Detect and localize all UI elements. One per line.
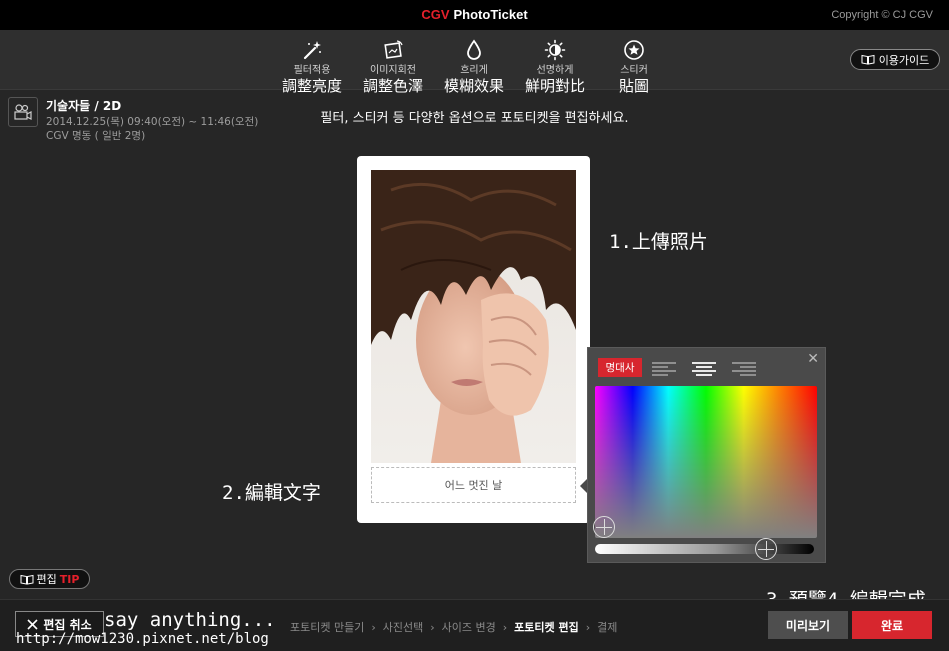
edit-tip-label: 편집 (36, 573, 57, 586)
font-style-button[interactable]: 명대사 (598, 358, 642, 377)
sun-contrast-icon (544, 39, 566, 61)
book-icon (861, 54, 875, 65)
color-picker-panel: ✕ 명대사 (587, 347, 826, 563)
picker-close-icon[interactable]: ✕ (807, 351, 819, 367)
brightness-thumb-icon[interactable] (754, 538, 777, 560)
step-item[interactable]: 포토티켓 만들기 (290, 621, 364, 634)
chevron-right-icon: › (585, 621, 591, 634)
chevron-right-icon: › (430, 621, 435, 634)
chevron-right-icon: › (371, 621, 376, 634)
align-center-icon[interactable] (691, 360, 717, 376)
copyright-text: Copyright © CJ CGV (831, 9, 933, 21)
star-sticker-icon (624, 40, 644, 60)
movie-camera-icon (8, 97, 38, 127)
watermark-caption: say anything... (104, 609, 276, 631)
tool-blur-label-ko: 흐리게 (460, 65, 488, 76)
step-item[interactable]: 사진선택 (383, 621, 423, 634)
brand-phototicket: PhotoTicket (453, 7, 528, 22)
tool-rotate[interactable]: 이미지회전 調整色澤 (353, 39, 433, 95)
brightness-slider[interactable] (595, 544, 814, 554)
step-item[interactable]: 사이즈 변경 (442, 621, 496, 634)
rotate-image-icon (384, 40, 403, 59)
step-item-current[interactable]: 포토티켓 편집 (514, 621, 579, 634)
align-right-icon[interactable] (731, 360, 757, 376)
photo-ticket-card: 어느 멋진 날 (357, 156, 590, 523)
edit-tip-button[interactable]: 편집 TIP (9, 569, 90, 589)
chevron-right-icon: › (502, 621, 508, 634)
color-crosshair-icon[interactable] (593, 516, 615, 538)
tool-filter[interactable]: 필터적용 調整亮度 (272, 39, 352, 95)
movie-datetime: 2014.12.25(목) 09:40(오전) ~ 11:46(오전) (46, 116, 259, 128)
tool-sharpen-label-zh: 鮮明對比 (524, 77, 585, 95)
magic-wand-icon (303, 41, 321, 60)
tool-rotate-label-zh: 調整色澤 (362, 77, 423, 95)
tool-sticker-label-ko: 스티커 (620, 65, 648, 76)
ticket-photo[interactable] (371, 170, 576, 463)
top-bar: CGV PhotoTicket Copyright © CJ CGV (0, 0, 949, 30)
book-icon (20, 574, 34, 585)
tool-blur-label-zh: 模糊效果 (443, 77, 504, 95)
brand-cgv: CGV (421, 7, 450, 22)
tool-sharpen[interactable]: 선명하게 鮮明對比 (515, 39, 595, 95)
tool-sharpen-label-ko: 선명하게 (536, 65, 574, 76)
tool-sticker-label-zh: 貼圖 (618, 77, 649, 95)
color-spectrum[interactable] (595, 386, 817, 538)
cancel-edit-label: 편집 취소 (43, 617, 92, 632)
annotation-edit-text: 2.編輯文字 (222, 482, 321, 504)
ticket-text-field[interactable]: 어느 멋진 날 (371, 467, 576, 503)
tool-blur[interactable]: 흐리게 模糊效果 (434, 39, 514, 95)
tool-rotate-label-ko: 이미지회전 (370, 65, 416, 76)
done-button[interactable]: 완료 (852, 611, 932, 639)
align-left-icon[interactable] (651, 360, 677, 376)
usage-guide-label: 이용가이드 (878, 53, 930, 67)
usage-guide-button[interactable]: 이용가이드 (850, 49, 940, 70)
step-item[interactable]: 결제 (597, 621, 617, 634)
step-breadcrumb: 포토티켓 만들기 › 사진선택 › 사이즈 변경 › 포토티켓 편집 › 결제 (290, 619, 617, 635)
close-icon (27, 618, 38, 630)
brand-logo: CGV PhotoTicket (0, 7, 949, 22)
edit-toolbar: 필터적용 調整亮度 이미지회전 調整色澤 흐리게 模糊效果 선명하게 鮮明對比 … (0, 30, 949, 95)
droplet-icon (467, 39, 481, 60)
tool-sticker[interactable]: 스티커 貼圖 (594, 39, 674, 95)
preview-button[interactable]: 미리보기 (768, 611, 848, 639)
movie-place: CGV 명동 ( 일반 2명) (46, 130, 146, 142)
movie-title: 기술자들 / 2D (46, 99, 122, 113)
watermark-url: http://mow1230.pixnet.net/blog (16, 631, 269, 647)
tool-filter-label-ko: 필터적용 (293, 65, 331, 76)
annotation-upload: 1.上傳照片 (609, 231, 708, 253)
tool-filter-label-zh: 調整亮度 (281, 77, 342, 95)
edit-tip-badge: TIP (59, 572, 80, 586)
